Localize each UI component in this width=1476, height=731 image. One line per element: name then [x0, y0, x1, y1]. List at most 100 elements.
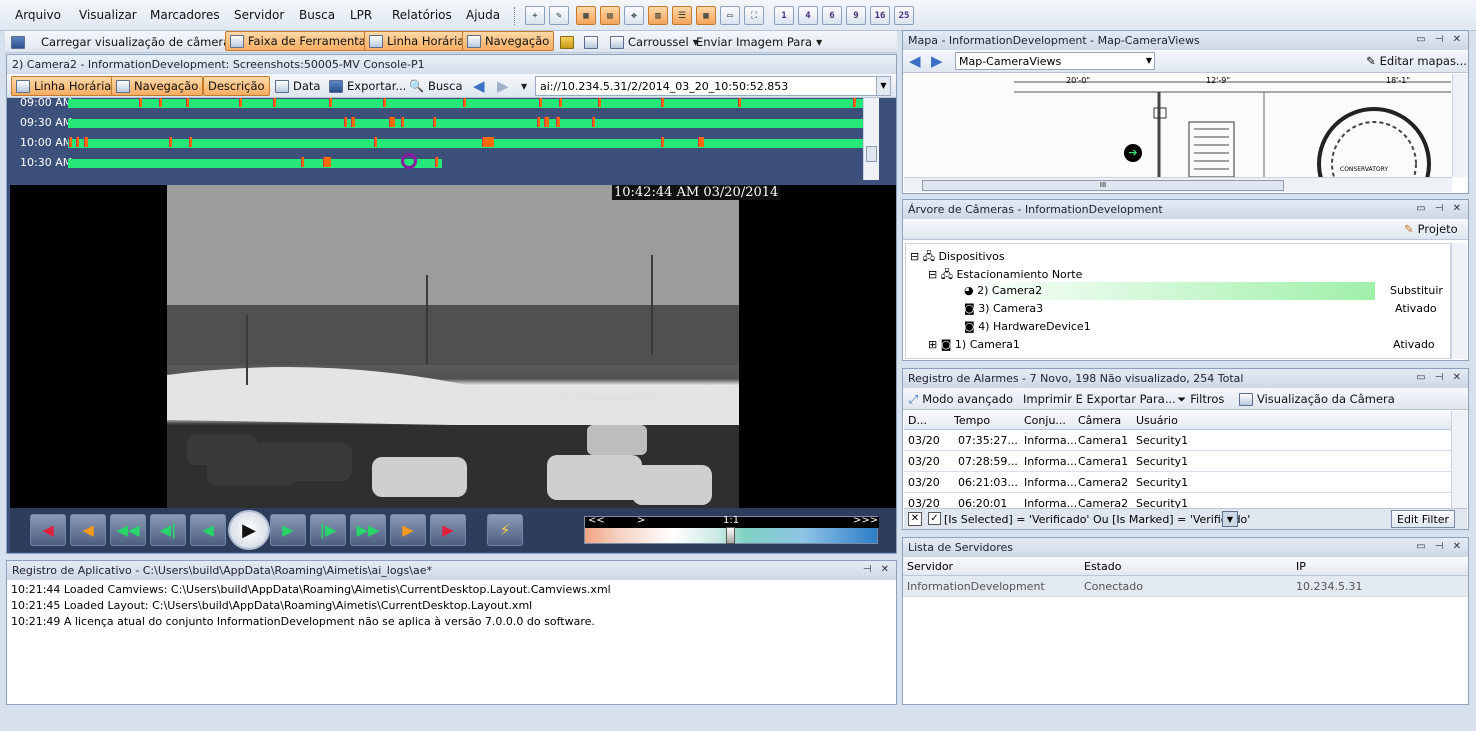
timeline-event[interactable] [273, 98, 276, 107]
tree-node-camera3[interactable]: ◙ 3) Camera3 [964, 302, 1043, 315]
history-dropdown[interactable]: ▼ [517, 76, 531, 96]
tree-scrollbar[interactable] [1451, 243, 1467, 359]
next-event-icon[interactable]: ▶ [390, 514, 426, 546]
forward-arrow-icon[interactable]: ▶ [493, 76, 513, 96]
toolbar-strip-button[interactable]: Faixa de Ferramentas [225, 31, 377, 51]
timeline-event[interactable] [463, 98, 466, 107]
column-header[interactable]: Usuário [1136, 414, 1178, 427]
timeline-event[interactable] [544, 117, 549, 127]
menu-visualizar[interactable]: Visualizar [79, 8, 137, 22]
filter-checkbox[interactable]: ✓ [928, 512, 941, 525]
fullscreen-icon[interactable]: ⛶ [744, 6, 764, 25]
scroll-thumb[interactable] [866, 146, 877, 162]
grid-layout-icon[interactable]: ▤ [600, 6, 620, 25]
table-row[interactable]: 03/20 07:35:27... Informa... Camera1 Securit… [904, 430, 1451, 451]
add-icon[interactable]: + [525, 6, 545, 25]
layout-25-icon[interactable]: 25 [894, 6, 914, 25]
print-export-button[interactable]: Imprimir E Exportar Para... [1019, 389, 1180, 409]
search-button[interactable]: 🔍 Busca [405, 76, 467, 96]
column-header[interactable]: IP [1296, 560, 1306, 573]
timeline-toggle-button[interactable]: Linha Horária [11, 76, 117, 96]
table-layout-icon[interactable]: ▦ [696, 6, 716, 25]
timeline-event[interactable] [539, 98, 542, 107]
timeline-event[interactable] [556, 117, 560, 127]
tree-node-camera1[interactable]: ⊞ ◙ 1) Camera1 [928, 338, 1020, 351]
timeline-event[interactable] [401, 117, 404, 127]
description-button[interactable]: Descrição [203, 76, 270, 96]
step-forward-icon[interactable]: |▶ [310, 514, 346, 546]
timeline-event[interactable] [433, 117, 436, 127]
window-controls-icon[interactable]: ▭ ⊣ ✕ [1416, 541, 1464, 552]
speed-slider-thumb[interactable] [726, 527, 735, 544]
column-header[interactable]: Servidor [907, 560, 953, 573]
menu-busca[interactable]: Busca [299, 8, 335, 22]
menu-ajuda[interactable]: Ajuda [466, 8, 500, 22]
export-button[interactable]: Exportar... [325, 76, 410, 96]
send-image-button[interactable]: Enviar Imagem Para ▼ [692, 32, 826, 52]
column-header[interactable]: Conju... [1024, 414, 1066, 427]
tree-node-devices[interactable]: ⊟ 🖧 Dispositivos [910, 248, 1005, 267]
menu-arquivo[interactable]: Arquivo [15, 8, 61, 22]
timeline-event[interactable] [351, 117, 355, 127]
list-layout-icon[interactable]: ☰ [672, 6, 692, 25]
menu-relatorios[interactable]: Relatórios [392, 8, 452, 22]
menu-lpr[interactable]: LPR [350, 8, 372, 22]
table-row[interactable]: 03/20 06:20:01 Informa... Camera2 Security1 [904, 493, 1451, 508]
fast-forward-icon[interactable]: ▶▶ [350, 514, 386, 546]
table-row[interactable]: InformationDevelopment Conectado 10.234.… [903, 576, 1468, 597]
previous-alarm-icon[interactable]: ◀ [30, 514, 66, 546]
floor-plan-map[interactable]: 20'-0" 12'-9" 18'-1" CONSERVATORY ➔ [904, 74, 1451, 177]
chevron-down-icon[interactable]: ▼ [1222, 511, 1238, 527]
window-controls-icon[interactable]: ▭ ⊣ ✕ [1416, 203, 1464, 214]
timeline-bar[interactable] [68, 159, 442, 168]
timeline-scrollbar[interactable] [863, 98, 879, 180]
add-camera-button[interactable] [580, 32, 602, 52]
map-select[interactable]: Map-CameraViews ▼ [955, 52, 1155, 70]
timeline-event[interactable] [435, 157, 438, 167]
alarm-scrollbar[interactable] [1451, 411, 1467, 508]
map-vertical-scrollbar[interactable] [1452, 74, 1468, 177]
layout-16-icon[interactable]: 16 [870, 6, 890, 25]
back-arrow-icon[interactable]: ◀ [469, 76, 489, 96]
timeline-event[interactable] [661, 137, 664, 147]
timeline-event[interactable] [189, 137, 192, 147]
forward-arrow-icon[interactable]: ▶ [927, 51, 947, 71]
menu-marcadores[interactable]: Marcadores [150, 8, 220, 22]
single-view-icon[interactable]: ▭ [720, 6, 740, 25]
address-field[interactable]: ai://10.234.5.31/2/2014_03_20_10:50:52.8… [535, 76, 891, 96]
play-icon[interactable]: ▶ [228, 510, 270, 550]
timeline-event[interactable] [69, 137, 72, 147]
move-icon[interactable]: ✥ [624, 6, 644, 25]
camera-map-marker-icon[interactable]: ➔ [1124, 144, 1142, 162]
playback-speed-slider[interactable]: << > 1:1 >>> [584, 515, 879, 544]
clear-filter-icon[interactable]: ✕ [908, 512, 922, 526]
rewind-fast-icon[interactable]: ◀◀ [110, 514, 146, 546]
timeline-bar[interactable] [68, 119, 874, 128]
timeline-event[interactable] [559, 98, 562, 107]
load-view-button[interactable]: Carregar visualização de câmera▼ [37, 32, 244, 52]
timeline-event[interactable] [301, 157, 304, 167]
timeline-event[interactable] [661, 98, 664, 107]
navigation-button[interactable]: Navegação [462, 31, 555, 51]
table-row[interactable]: 03/20 07:28:59... Informa... Camera1 Securit… [904, 451, 1451, 472]
timeline-button[interactable]: Linha Horária [364, 31, 470, 51]
scroll-thumb[interactable]: III [922, 180, 1284, 191]
timeline-event[interactable] [329, 98, 332, 107]
timeline-event[interactable] [738, 98, 741, 107]
edit-maps-button[interactable]: ✎ Editar mapas... [1362, 51, 1471, 71]
panel-layout-icon[interactable]: ▥ [648, 6, 668, 25]
layout-6-icon[interactable]: 6 [822, 6, 842, 25]
timeline-event[interactable] [389, 117, 395, 127]
window-controls-icon[interactable]: ▭ ⊣ ✕ [1416, 34, 1464, 45]
layout-4-icon[interactable]: 4 [798, 6, 818, 25]
timeline-event[interactable] [169, 137, 172, 147]
lock-button[interactable] [556, 32, 578, 52]
column-header[interactable]: Tempo [954, 414, 990, 427]
timeline-event[interactable] [698, 137, 704, 147]
chevron-down-icon[interactable]: ▼ [876, 77, 890, 95]
timeline-event[interactable] [853, 98, 856, 107]
next-alarm-icon[interactable]: ▶ [430, 514, 466, 546]
window-controls-icon[interactable]: ▭ ⊣ ✕ [1416, 372, 1464, 383]
menu-servidor[interactable]: Servidor [234, 8, 284, 22]
expand-icon[interactable]: ⊞ [928, 338, 937, 351]
